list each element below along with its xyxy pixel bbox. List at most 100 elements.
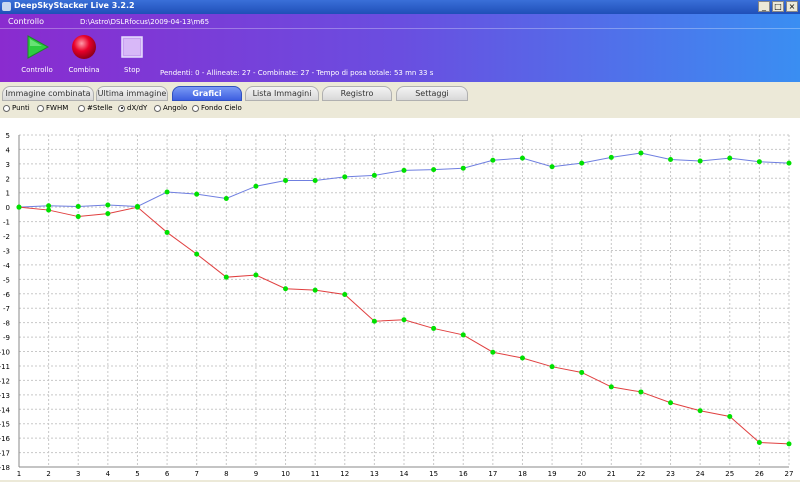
data-point (283, 177, 289, 183)
option-dxdy[interactable]: dX/dY (118, 104, 147, 112)
tab-ultima-immagine[interactable]: Ultima immagine (96, 86, 168, 101)
y-tick-label: -17 (0, 450, 10, 458)
minimize-button[interactable]: _ (758, 1, 770, 12)
maximize-button[interactable]: □ (772, 1, 784, 12)
data-point (194, 191, 200, 197)
y-tick-label: -3 (3, 247, 10, 255)
record-icon (72, 35, 96, 59)
y-tick-label: -14 (0, 406, 11, 414)
x-tick-label: 4 (106, 470, 111, 478)
title-bar: DeepSkyStacker Live 3.2.2 _ □ × (0, 0, 800, 14)
x-tick-label: 16 (459, 470, 468, 478)
x-tick-label: 20 (577, 470, 586, 478)
y-tick-label: -2 (3, 233, 10, 241)
chart-area: 543210-1-2-3-4-5-6-7-8-9-10-11-12-13-14-… (0, 118, 800, 480)
data-point (460, 165, 466, 171)
data-point (401, 167, 407, 173)
data-point (668, 157, 674, 163)
x-tick-label: 6 (165, 470, 170, 478)
data-point (46, 203, 52, 209)
data-point (697, 158, 703, 164)
tab-bar: Immagine combinata Ultima immagine Grafi… (0, 82, 800, 102)
data-point (342, 174, 348, 180)
radio-fondo-cielo[interactable] (192, 104, 199, 112)
data-point (46, 207, 52, 213)
data-point (105, 211, 111, 217)
data-point (549, 164, 555, 170)
window-title: DeepSkyStacker Live 3.2.2 (14, 1, 135, 10)
y-tick-label: -1 (3, 219, 10, 227)
x-tick-label: 22 (636, 470, 645, 478)
data-point (608, 384, 614, 390)
radio-dxdy[interactable] (118, 104, 125, 112)
y-tick-label: -4 (3, 262, 11, 270)
y-tick-label: 1 (6, 190, 10, 198)
x-tick-label: 18 (518, 470, 527, 478)
y-tick-label: -9 (3, 334, 10, 342)
tab-settaggi[interactable]: Settaggi (396, 86, 468, 101)
y-tick-label: -8 (3, 320, 10, 328)
radio-punti[interactable] (3, 104, 10, 112)
x-tick-label: 8 (224, 470, 228, 478)
stop-button[interactable]: Stop (102, 34, 162, 74)
y-tick-label: -16 (0, 435, 11, 443)
data-point (608, 154, 614, 160)
data-point (490, 349, 496, 355)
stop-label: Stop (124, 66, 140, 74)
data-point (371, 318, 377, 324)
x-tick-label: 25 (725, 470, 734, 478)
option-stelle[interactable]: #Stelle (78, 104, 113, 112)
y-tick-label: 2 (6, 175, 10, 183)
x-tick-label: 27 (785, 470, 794, 478)
radio-fwhm[interactable] (37, 104, 44, 112)
data-point (164, 229, 170, 235)
tab-grafici[interactable]: Grafici (172, 86, 242, 101)
app-icon (2, 2, 11, 11)
close-button[interactable]: × (786, 1, 798, 12)
data-point (134, 204, 140, 210)
dxdy-chart: 543210-1-2-3-4-5-6-7-8-9-10-11-12-13-14-… (0, 132, 794, 478)
data-point (638, 150, 644, 156)
data-point (312, 287, 318, 293)
x-tick-label: 21 (607, 470, 616, 478)
data-point (75, 214, 81, 220)
x-tick-label: 10 (281, 470, 290, 478)
data-point (431, 325, 437, 331)
control-section-label: Controllo (8, 17, 45, 26)
data-point (519, 355, 525, 361)
tab-immagine-combinata[interactable]: Immagine combinata (2, 86, 94, 101)
data-point (283, 286, 289, 292)
data-point (312, 177, 318, 183)
tab-registro[interactable]: Registro (322, 86, 392, 101)
data-point (756, 439, 762, 445)
option-angolo[interactable]: Angolo (154, 104, 187, 112)
data-point (342, 292, 348, 298)
data-point (253, 272, 259, 278)
x-tick-label: 11 (311, 470, 320, 478)
data-point (431, 167, 437, 173)
control-panel: Controllo D:\Astro\DSLRfocus\2009-04-13\… (0, 14, 800, 82)
data-point (668, 400, 674, 406)
y-tick-label: -12 (0, 377, 10, 385)
data-point (579, 160, 585, 166)
data-point (727, 155, 733, 161)
y-tick-label: -7 (3, 305, 10, 313)
option-fondo-cielo[interactable]: Fondo Cielo (192, 104, 242, 112)
option-fwhm[interactable]: FWHM (37, 104, 68, 112)
tab-lista-immagini[interactable]: Lista Immagini (245, 86, 319, 101)
data-point (519, 155, 525, 161)
data-point (786, 160, 792, 166)
x-tick-label: 24 (696, 470, 705, 478)
data-point (105, 202, 111, 208)
y-tick-label: -11 (0, 363, 10, 371)
x-tick-label: 13 (370, 470, 379, 478)
data-point (549, 364, 555, 370)
radio-angolo[interactable] (154, 104, 161, 112)
y-tick-label: -5 (3, 276, 10, 284)
option-punti[interactable]: Punti (3, 104, 30, 112)
x-tick-label: 15 (429, 470, 438, 478)
x-tick-label: 12 (340, 470, 349, 478)
y-tick-label: -10 (0, 349, 10, 357)
radio-stelle[interactable] (78, 104, 85, 112)
y-tick-label: 3 (6, 161, 10, 169)
